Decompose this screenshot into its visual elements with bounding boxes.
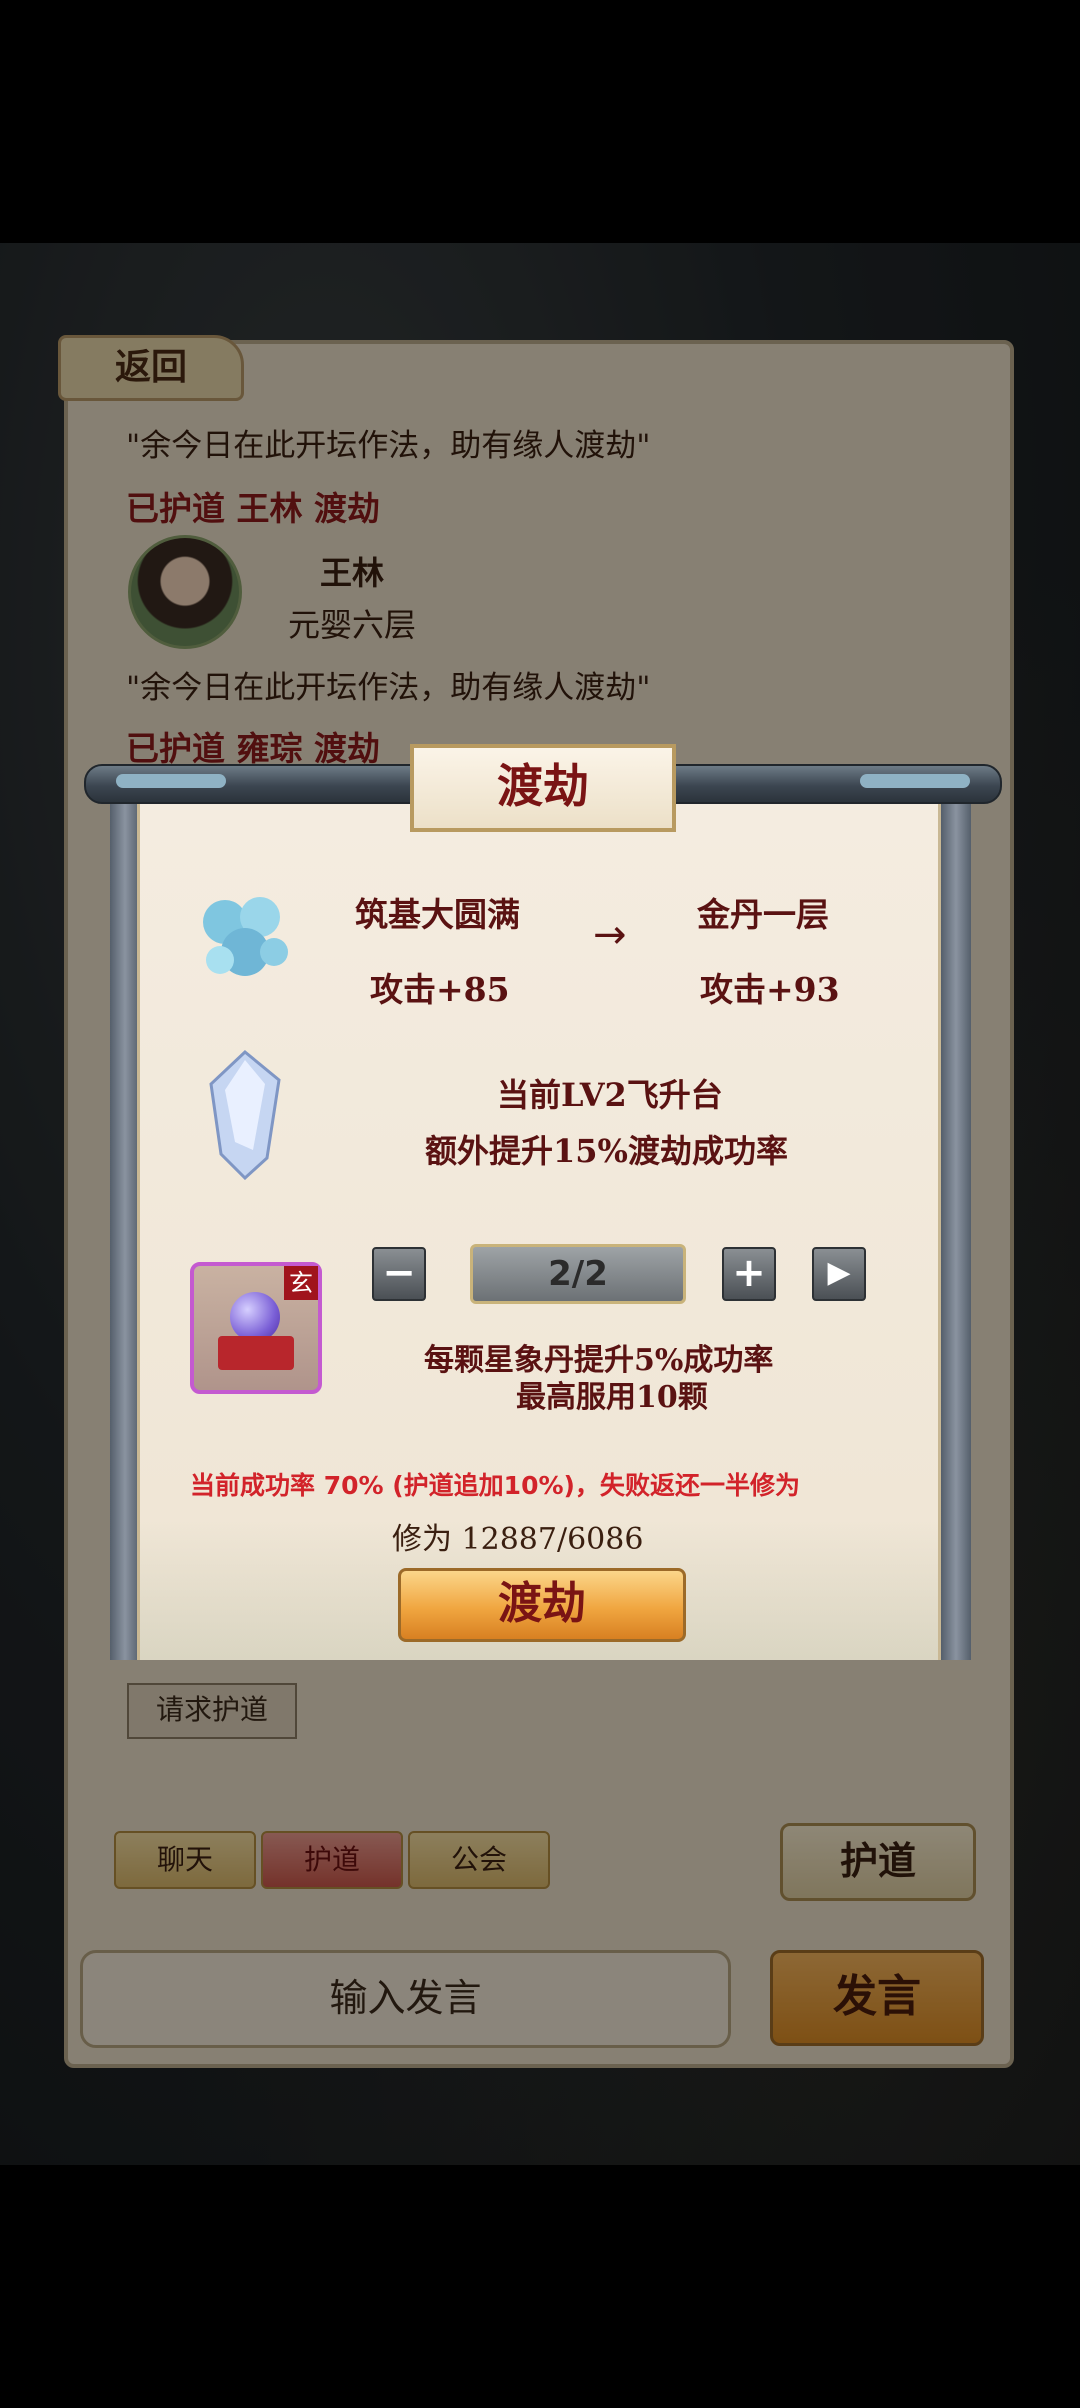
platform-level: 当前LV2飞升台 xyxy=(497,1076,723,1114)
tribulation-confirm-button[interactable]: 渡劫 xyxy=(398,1568,686,1642)
pill-counter: 2/2 xyxy=(470,1244,686,1304)
current-attack: 攻击+85 xyxy=(370,970,510,1009)
orb-icon xyxy=(230,1292,280,1342)
next-realm: 金丹一层 xyxy=(697,895,829,934)
success-rate-text: 当前成功率 70% (护道追加10%)，失败返还一半修为 xyxy=(190,1471,800,1500)
modal-title: 渡劫 xyxy=(410,744,676,832)
star-pill-item[interactable]: 玄 xyxy=(190,1262,322,1394)
next-attack: 攻击+93 xyxy=(700,970,840,1009)
rod-knob xyxy=(860,774,970,788)
tribulation-modal: 渡劫 筑基大圆满 → 金丹一层 攻击+85 攻击+93 当前LV2飞升台 额外提… xyxy=(0,0,1080,2408)
scroll-right-edge xyxy=(941,790,971,1660)
chest-icon xyxy=(218,1336,294,1370)
current-realm: 筑基大圆满 xyxy=(355,895,520,934)
auspicious-cloud-icon xyxy=(203,897,288,976)
item-grade-badge: 玄 xyxy=(284,1266,318,1300)
minus-button[interactable]: − xyxy=(372,1247,426,1301)
platform-bonus: 额外提升15%渡劫成功率 xyxy=(425,1132,788,1170)
scroll-left-edge xyxy=(110,790,140,1660)
arrow-icon: → xyxy=(593,912,627,958)
pill-limit: 最高服用10颗 xyxy=(516,1380,708,1415)
max-button[interactable]: ▶ xyxy=(812,1247,866,1301)
crystal-icon xyxy=(209,1050,281,1180)
cultivation-value: 修为 12887/6086 xyxy=(392,1522,644,1557)
rod-knob xyxy=(116,774,226,788)
plus-button[interactable]: + xyxy=(722,1247,776,1301)
